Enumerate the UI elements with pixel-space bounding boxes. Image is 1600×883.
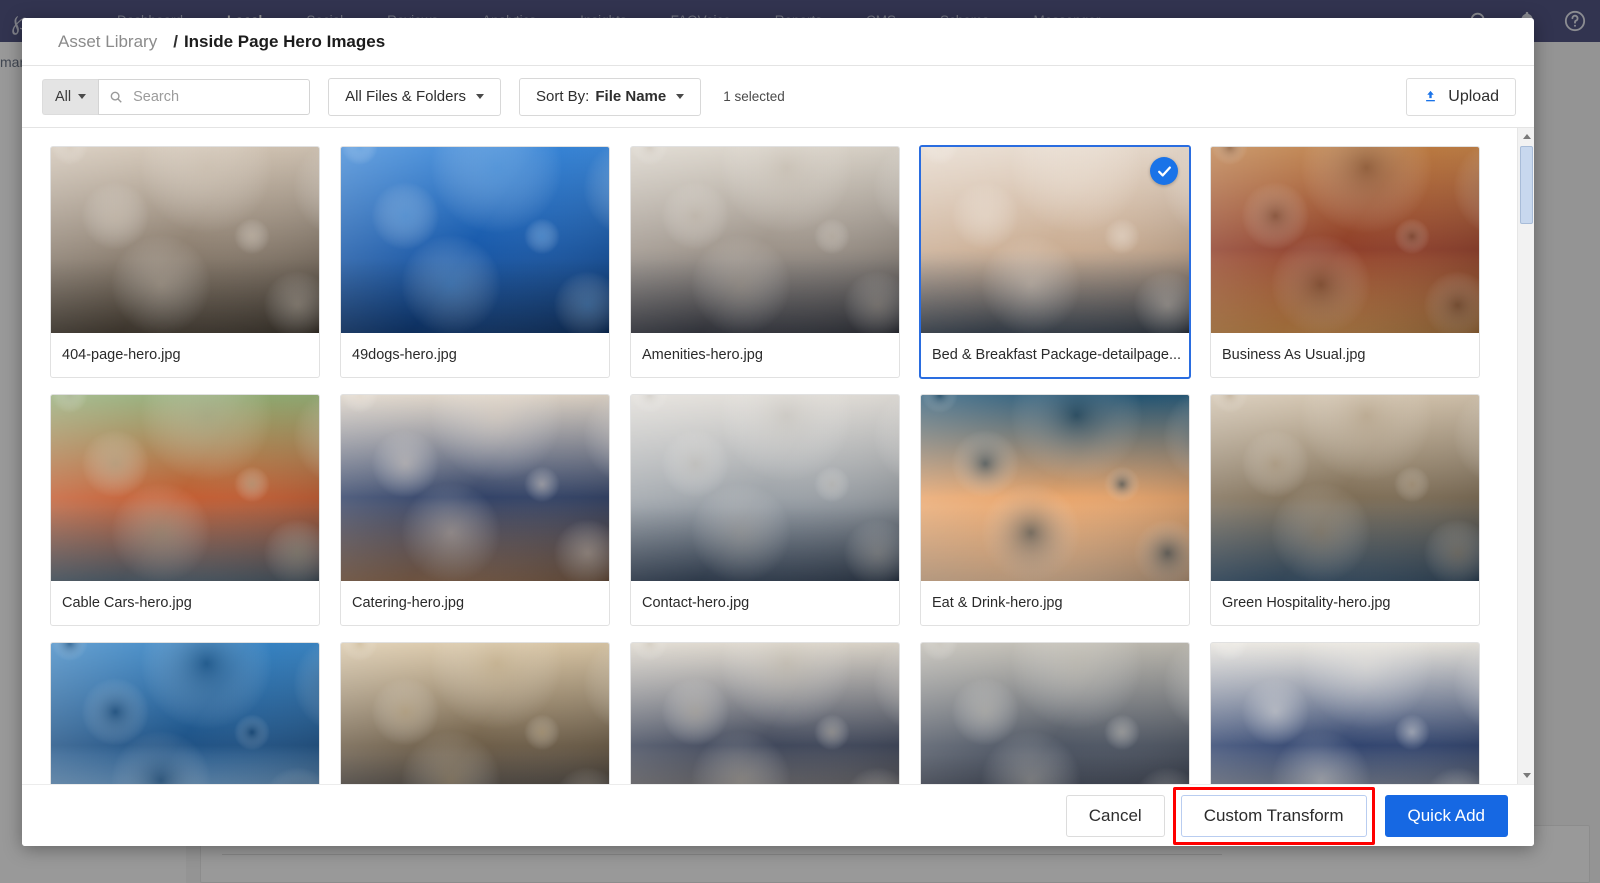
asset-filename: Cable Cars-hero.jpg xyxy=(62,595,192,611)
asset-cell xyxy=(1200,634,1490,784)
asset-cell xyxy=(40,634,330,784)
selected-count-label: 1 selected xyxy=(723,89,785,104)
search-icon xyxy=(109,90,123,104)
breadcrumb-current: Inside Page Hero Images xyxy=(183,31,386,51)
chevron-down-icon xyxy=(676,94,685,99)
asset-filename: 49dogs-hero.jpg xyxy=(352,347,457,363)
asset-card[interactable] xyxy=(340,642,610,784)
asset-thumbnail[interactable] xyxy=(921,643,1189,784)
search-filter-group: All xyxy=(42,78,311,115)
scroll-up-arrow-icon[interactable] xyxy=(1518,128,1534,145)
asset-filename: Green Hospitality-hero.jpg xyxy=(1222,595,1391,611)
chevron-down-icon xyxy=(476,94,484,99)
asset-card[interactable]: Business As Usual.jpg xyxy=(1210,146,1480,378)
asset-thumbnail[interactable] xyxy=(1211,643,1479,784)
asset-thumbnail[interactable] xyxy=(341,147,609,333)
asset-card[interactable]: Catering-hero.jpg xyxy=(340,394,610,626)
asset-filename: Amenities-hero.jpg xyxy=(642,347,763,363)
quick-add-button[interactable]: Quick Add xyxy=(1384,794,1508,837)
sort-by-value: File Name xyxy=(595,88,667,105)
asset-cell: Green Hospitality-hero.jpg xyxy=(1200,386,1490,634)
modal-footer: Cancel Custom Transform Quick Add xyxy=(22,784,1534,846)
asset-card[interactable]: Green Hospitality-hero.jpg xyxy=(1210,394,1480,626)
vertical-scrollbar[interactable] xyxy=(1517,128,1534,784)
asset-cell xyxy=(910,634,1200,784)
scroll-down-arrow-icon[interactable] xyxy=(1518,767,1534,784)
screen: ℘ DashboardLocalSocialReviewsAnalyticsIn… xyxy=(0,0,1600,883)
asset-library-modal: Asset Library / Inside Page Hero Images … xyxy=(22,18,1534,846)
asset-cell: Amenities-hero.jpg xyxy=(620,138,910,386)
asset-thumbnail[interactable] xyxy=(921,147,1189,333)
asset-card[interactable] xyxy=(50,642,320,784)
asset-cell: Bed & Breakfast Package-detailpage... xyxy=(910,138,1200,386)
asset-filename: Bed & Breakfast Package-detailpage... xyxy=(932,347,1182,363)
asset-cell: Contact-hero.jpg xyxy=(620,386,910,634)
asset-card[interactable]: 49dogs-hero.jpg xyxy=(340,146,610,378)
upload-button[interactable]: Upload xyxy=(1406,78,1516,116)
asset-cell: 49dogs-hero.jpg xyxy=(330,138,620,386)
filter-scope-dropdown[interactable]: All xyxy=(42,78,99,115)
modal-toolbar: All All Files & Folders Sort By: File Na… xyxy=(22,66,1534,128)
modal-header: Asset Library / Inside Page Hero Images xyxy=(22,18,1534,66)
asset-card[interactable]: Eat & Drink-hero.jpg xyxy=(920,394,1190,626)
asset-grid: 404-page-hero.jpg 49dogs-hero.jpg Amenitie… xyxy=(22,138,1534,784)
sort-by-dropdown[interactable]: Sort By: File Name xyxy=(519,77,702,116)
breadcrumb-root[interactable]: Asset Library xyxy=(58,32,157,52)
asset-thumbnail[interactable] xyxy=(341,395,609,581)
asset-card[interactable] xyxy=(1210,642,1480,784)
asset-thumbnail[interactable] xyxy=(51,147,319,333)
asset-grid-scroll-area: 404-page-hero.jpg 49dogs-hero.jpg Amenitie… xyxy=(22,128,1534,784)
asset-filename: Contact-hero.jpg xyxy=(642,595,750,611)
asset-thumbnail[interactable] xyxy=(51,643,319,784)
files-folders-dropdown[interactable]: All Files & Folders xyxy=(328,77,501,116)
asset-thumbnail[interactable] xyxy=(631,395,899,581)
asset-filename: Eat & Drink-hero.jpg xyxy=(932,595,1063,611)
asset-card[interactable]: Bed & Breakfast Package-detailpage... xyxy=(919,145,1191,379)
asset-thumbnail[interactable] xyxy=(631,643,899,784)
asset-card[interactable]: Cable Cars-hero.jpg xyxy=(50,394,320,626)
asset-thumbnail[interactable] xyxy=(341,643,609,784)
asset-card[interactable]: 404-page-hero.jpg xyxy=(50,146,320,378)
files-folders-label: All Files & Folders xyxy=(345,88,466,105)
cancel-button[interactable]: Cancel xyxy=(1065,794,1165,837)
asset-cell: 404-page-hero.jpg xyxy=(40,138,330,386)
asset-thumbnail[interactable] xyxy=(921,395,1189,581)
asset-cell xyxy=(330,634,620,784)
asset-filename: 404-page-hero.jpg xyxy=(62,347,181,363)
custom-transform-button[interactable]: Custom Transform xyxy=(1180,794,1367,837)
upload-label: Upload xyxy=(1448,88,1499,105)
asset-card[interactable] xyxy=(920,642,1190,784)
asset-thumbnail[interactable] xyxy=(1211,395,1479,581)
asset-thumbnail[interactable] xyxy=(51,395,319,581)
asset-filename: Catering-hero.jpg xyxy=(352,595,465,611)
scrollbar-thumb[interactable] xyxy=(1520,146,1533,224)
breadcrumb-separator: / xyxy=(173,31,178,51)
upload-icon xyxy=(1423,89,1438,105)
asset-cell: Catering-hero.jpg xyxy=(330,386,620,634)
asset-thumbnail[interactable] xyxy=(631,147,899,333)
sort-by-prefix: Sort By: xyxy=(536,88,590,105)
asset-filename: Business As Usual.jpg xyxy=(1222,347,1366,363)
asset-cell xyxy=(620,634,910,784)
chevron-down-icon xyxy=(78,94,87,99)
asset-cell: Business As Usual.jpg xyxy=(1200,138,1490,386)
search-box[interactable] xyxy=(98,78,311,115)
asset-cell: Eat & Drink-hero.jpg xyxy=(910,386,1200,634)
asset-cell: Cable Cars-hero.jpg xyxy=(40,386,330,634)
asset-card[interactable] xyxy=(630,642,900,784)
filter-scope-label: All xyxy=(55,88,72,105)
selected-check-icon[interactable] xyxy=(1150,157,1178,185)
asset-thumbnail[interactable] xyxy=(1211,147,1479,333)
search-input[interactable] xyxy=(131,87,300,106)
asset-card[interactable]: Amenities-hero.jpg xyxy=(630,146,900,378)
asset-card[interactable]: Contact-hero.jpg xyxy=(630,394,900,626)
